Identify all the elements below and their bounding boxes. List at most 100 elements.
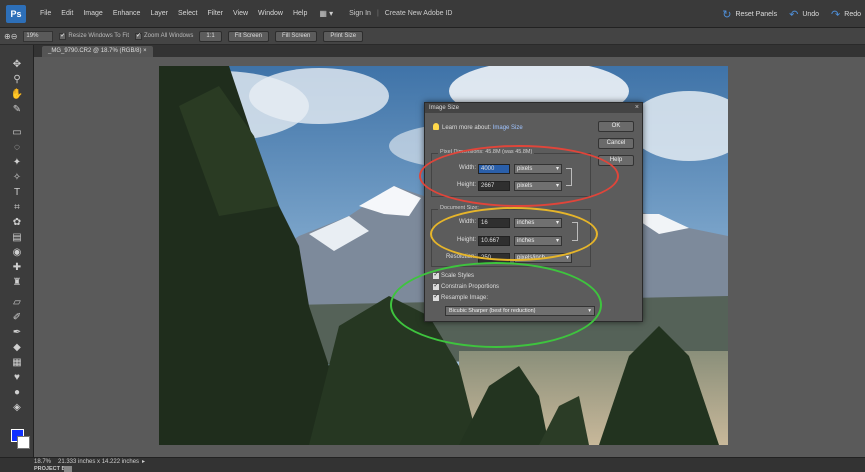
toolbox: ✥ ⚲ ✋ ✎ ▭ ◌ ✦ ✧ T ⌗ ✿ ▤ ◉ ✚ ♜ ▱ ✐ ✒ ◆ ▦ … bbox=[0, 45, 34, 457]
doc-width-unit-select[interactable]: inches ▾ bbox=[514, 218, 562, 228]
reset-panels-button[interactable]: ↻ Reset Panels bbox=[722, 8, 777, 21]
marquee-tool-icon[interactable]: ▭ bbox=[9, 125, 25, 139]
type-tool-icon[interactable]: T bbox=[9, 185, 25, 199]
menu-image[interactable]: Image bbox=[83, 10, 102, 17]
cookie-cutter-tool-icon[interactable]: ✿ bbox=[9, 215, 25, 229]
pixel-width-input[interactable]: 4000 bbox=[478, 164, 510, 174]
straighten-tool-icon[interactable]: ▤ bbox=[9, 230, 25, 244]
doc-width-input[interactable]: 16 bbox=[478, 218, 510, 228]
resample-method-select[interactable]: Bicubic Sharper (best for reduction) ▾ bbox=[445, 306, 595, 316]
chevron-down-icon: ▾ bbox=[555, 220, 559, 226]
pixel-height-unit-select[interactable]: pixels ▾ bbox=[514, 181, 562, 191]
resolution-input[interactable]: 250 bbox=[478, 253, 510, 263]
check-icon: ✓ bbox=[59, 32, 67, 40]
shape-tool-icon[interactable]: ♥ bbox=[9, 370, 25, 384]
blur-tool-icon[interactable]: ● bbox=[9, 385, 25, 399]
resolution-row: Resolution: 250 pixels/inch ▾ bbox=[432, 253, 592, 264]
workspace-button[interactable]: ▦ ▾ bbox=[319, 9, 333, 18]
undo-icon: ↶ bbox=[789, 8, 799, 21]
bin-expand-icon[interactable] bbox=[64, 466, 72, 472]
menu-file[interactable]: File bbox=[40, 10, 51, 17]
menu-window[interactable]: Window bbox=[258, 10, 283, 17]
paint-bucket-tool-icon[interactable]: ◆ bbox=[9, 340, 25, 354]
chevron-down-icon: ▾ bbox=[565, 255, 569, 261]
lightbulb-icon bbox=[433, 123, 439, 130]
quick-selection-tool-icon[interactable]: ✧ bbox=[9, 170, 25, 184]
eyedropper-tool-icon[interactable]: ✎ bbox=[9, 102, 25, 116]
status-zoom: 18.7% bbox=[34, 459, 52, 465]
document-tabs: _MG_9790.CR2 @ 18.7% (RGB/8) × bbox=[34, 45, 865, 57]
chevron-down-icon: ▾ bbox=[588, 308, 591, 314]
crop-tool-icon[interactable]: ⌗ bbox=[9, 200, 25, 214]
menu-edit[interactable]: Edit bbox=[61, 10, 73, 17]
hand-tool-icon[interactable]: ✋ bbox=[9, 87, 25, 101]
healing-brush-tool-icon[interactable]: ✚ bbox=[9, 260, 25, 274]
doc-height-row: Height: 10.667 inches ▾ bbox=[432, 236, 592, 247]
help-button[interactable]: Help bbox=[598, 155, 634, 166]
menu-filter[interactable]: Filter bbox=[207, 10, 223, 17]
document-tab[interactable]: _MG_9790.CR2 @ 18.7% (RGB/8) × bbox=[42, 46, 153, 57]
menu-layer[interactable]: Layer bbox=[150, 10, 168, 17]
menu-help[interactable]: Help bbox=[293, 10, 307, 17]
separator: | bbox=[376, 10, 379, 17]
move-tool-icon[interactable]: ✥ bbox=[9, 57, 25, 71]
resample-image-checkbox[interactable]: ✓ Resample Image: bbox=[433, 294, 488, 301]
status-doc-size: 21.333 inches x 14.222 inches bbox=[58, 459, 140, 465]
pixel-height-label: Height: bbox=[456, 182, 476, 188]
check-icon: ✓ bbox=[134, 32, 142, 40]
pixel-height-input[interactable]: 2667 bbox=[478, 181, 510, 191]
zoom-input[interactable]: 19% bbox=[23, 30, 54, 42]
zoom-all-windows-checkbox[interactable]: ✓ Zoom All Windows bbox=[134, 32, 193, 40]
print-size-button[interactable]: Print Size bbox=[323, 30, 364, 42]
gradient-tool-icon[interactable]: ▦ bbox=[9, 355, 25, 369]
menu-enhance[interactable]: Enhance bbox=[113, 10, 141, 17]
dialog-title-bar[interactable]: Image Size × bbox=[425, 103, 642, 113]
resolution-unit-select[interactable]: pixels/inch ▾ bbox=[514, 253, 572, 263]
options-bar: ⊕⊖ 19% ✓ Resize Windows To Fit ✓ Zoom All … bbox=[0, 28, 865, 45]
menu-view[interactable]: View bbox=[233, 10, 248, 17]
doc-width-label: Width: bbox=[458, 219, 476, 225]
link-chain-icon bbox=[566, 168, 572, 186]
sign-in-link[interactable]: Sign In bbox=[349, 10, 371, 17]
actual-pixels-button[interactable]: 1:1 bbox=[199, 30, 222, 42]
magic-wand-tool-icon[interactable]: ✦ bbox=[9, 155, 25, 169]
constrain-proportions-checkbox[interactable]: ✓ Constrain Proportions bbox=[433, 283, 499, 290]
status-menu-arrow-icon[interactable]: ▸ bbox=[142, 458, 145, 465]
background-color-swatch[interactable] bbox=[17, 436, 30, 449]
clone-stamp-tool-icon[interactable]: ♜ bbox=[9, 275, 25, 289]
app-logo: Ps bbox=[6, 4, 26, 23]
cancel-button[interactable]: Cancel bbox=[598, 138, 634, 149]
pixel-width-unit-select[interactable]: pixels ▾ bbox=[514, 164, 562, 174]
red-eye-tool-icon[interactable]: ◉ bbox=[9, 245, 25, 259]
reset-icon: ↻ bbox=[722, 8, 732, 21]
smart-brush-tool-icon[interactable]: ✒ bbox=[9, 325, 25, 339]
chevron-down-icon: ▾ bbox=[555, 183, 559, 189]
resize-windows-checkbox[interactable]: ✓ Resize Windows To Fit bbox=[59, 32, 129, 40]
menu-select[interactable]: Select bbox=[178, 10, 197, 17]
lasso-tool-icon[interactable]: ◌ bbox=[9, 140, 25, 154]
zoom-tool-icon[interactable]: ⚲ bbox=[9, 72, 25, 86]
pixel-dimensions-title: Pixel Dimensions: 45.8M (was 45.8M) bbox=[438, 149, 535, 155]
pixel-dimensions-group: Pixel Dimensions: 45.8M (was 45.8M) Widt… bbox=[431, 149, 591, 197]
brush-tool-icon[interactable]: ✐ bbox=[9, 310, 25, 324]
undo-button[interactable]: ↶ Undo bbox=[789, 8, 819, 21]
doc-height-unit-select[interactable]: inches ▾ bbox=[514, 236, 562, 246]
resolution-label: Resolution: bbox=[445, 254, 476, 260]
fit-screen-button[interactable]: Fit Screen bbox=[227, 30, 270, 42]
create-id-link[interactable]: Create New Adobe ID bbox=[385, 10, 453, 17]
close-icon[interactable]: × bbox=[635, 103, 639, 113]
learn-more-link[interactable]: Image Size bbox=[493, 125, 523, 131]
doc-height-input[interactable]: 10.667 bbox=[478, 236, 510, 246]
zoom-in-out-icon[interactable]: ⊕⊖ bbox=[4, 32, 17, 41]
eraser-tool-icon[interactable]: ▱ bbox=[9, 295, 25, 309]
doc-width-row: Width: 16 inches ▾ bbox=[432, 218, 592, 229]
ok-button[interactable]: OK bbox=[598, 121, 634, 132]
menu-items: File Edit Image Enhance Layer Select Fil… bbox=[40, 10, 307, 17]
sponge-tool-icon[interactable]: ◈ bbox=[9, 400, 25, 414]
dialog-title: Image Size bbox=[429, 105, 460, 111]
scale-styles-checkbox[interactable]: ✓ Scale Styles bbox=[433, 272, 474, 279]
menu-bar: Ps File Edit Image Enhance Layer Select … bbox=[0, 0, 865, 28]
pixel-width-label: Width: bbox=[458, 165, 476, 171]
fill-screen-button[interactable]: Fill Screen bbox=[275, 30, 318, 42]
redo-button[interactable]: ↷ Redo bbox=[831, 8, 861, 21]
